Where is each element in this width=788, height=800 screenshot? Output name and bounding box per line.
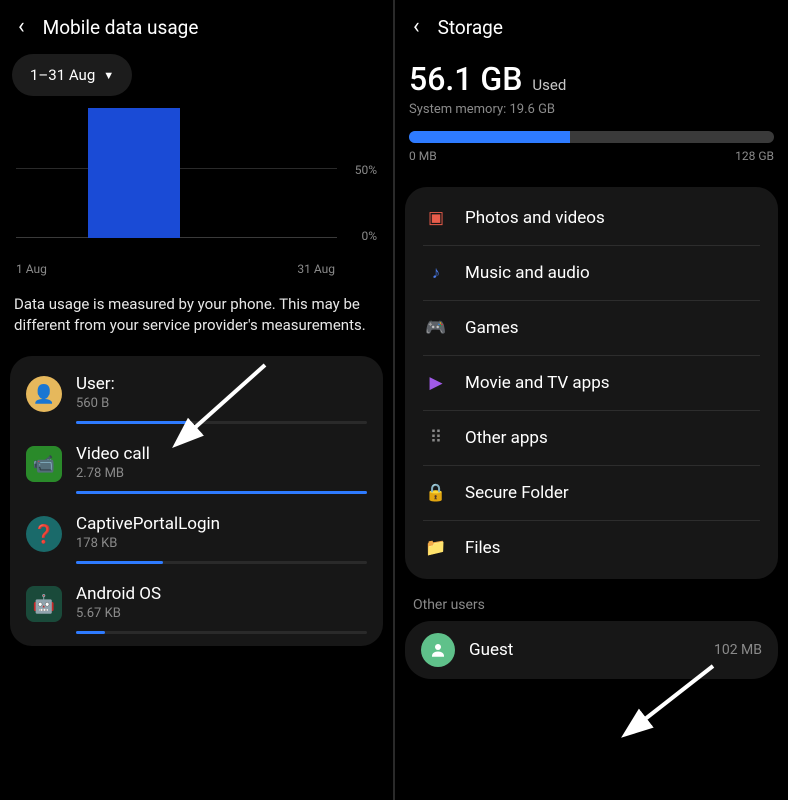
app-usage-row[interactable]: ❓ CaptivePortalLogin 178 KB — [24, 502, 369, 572]
chevron-down-icon: ▼ — [103, 69, 114, 82]
chart-bar — [88, 108, 180, 238]
app-name-label: User: — [76, 374, 367, 394]
app-icon: ❓ — [26, 516, 62, 552]
app-usage-row[interactable]: 👤 User: 560 B — [24, 362, 369, 432]
category-label: Music and audio — [465, 263, 590, 283]
storage-used-label: Used — [532, 76, 566, 94]
y-tick-0: 0% — [361, 229, 377, 243]
category-label: Photos and videos — [465, 208, 605, 228]
system-memory-text: System memory: 19.6 GB — [409, 102, 774, 117]
storage-bar-min: 0 MB — [409, 149, 437, 163]
storage-bar — [409, 131, 774, 143]
mobile-data-usage-pane: ‹ Mobile data usage 1–31 Aug ▼ 50% 0% 1 … — [0, 0, 395, 800]
app-name-label: Video call — [76, 444, 367, 464]
app-usage-bar-fill — [76, 491, 367, 494]
storage-category-row[interactable]: 📁 Files — [423, 521, 760, 575]
app-usage-bar-fill — [76, 631, 105, 634]
app-usage-bar-fill — [76, 561, 163, 564]
storage-category-list: ▣ Photos and videos ♪ Music and audio 🎮 … — [405, 187, 778, 579]
guest-user-row[interactable]: Guest 102 MB — [405, 621, 778, 679]
storage-category-row[interactable]: ▣ Photos and videos — [423, 191, 760, 246]
category-label: Other apps — [465, 428, 548, 448]
category-icon: ♪ — [425, 262, 447, 284]
category-label: Games — [465, 318, 519, 338]
category-label: Secure Folder — [465, 483, 569, 503]
storage-used-value: 56.1 GB — [409, 60, 522, 98]
category-icon: 📁 — [425, 537, 447, 559]
app-size-label: 560 B — [76, 396, 367, 411]
page-title-left: Mobile data usage — [43, 16, 199, 39]
app-usage-bar-fill — [76, 421, 187, 424]
category-icon: ▶ — [425, 372, 447, 394]
category-label: Files — [465, 538, 500, 558]
app-usage-list: 👤 User: 560 B 📹 Video call 2.78 MB ❓ Cap… — [10, 356, 383, 646]
storage-bar-max: 128 GB — [735, 149, 774, 163]
guest-size: 102 MB — [714, 642, 762, 658]
app-usage-bar — [76, 491, 367, 494]
storage-category-row[interactable]: 🎮 Games — [423, 301, 760, 356]
app-info: Android OS 5.67 KB — [76, 584, 367, 634]
data-usage-chart: 50% 0% 1 Aug 31 Aug — [10, 100, 383, 282]
app-usage-bar — [76, 631, 367, 634]
app-size-label: 2.78 MB — [76, 466, 367, 481]
storage-bar-fill — [409, 131, 570, 143]
storage-pane: ‹ Storage 56.1 GB Used System memory: 19… — [395, 0, 788, 800]
back-icon[interactable]: ‹ — [409, 14, 424, 40]
storage-category-row[interactable]: ♪ Music and audio — [423, 246, 760, 301]
category-icon: ▣ — [425, 207, 447, 229]
app-usage-bar — [76, 561, 367, 564]
category-icon: 🔒 — [425, 482, 447, 504]
guest-label: Guest — [469, 640, 513, 660]
person-icon — [421, 633, 455, 667]
storage-bar-labels: 0 MB 128 GB — [409, 149, 774, 163]
app-info: Video call 2.78 MB — [76, 444, 367, 494]
header-left: ‹ Mobile data usage — [10, 8, 383, 54]
category-label: Movie and TV apps — [465, 373, 610, 393]
app-info: User: 560 B — [76, 374, 367, 424]
app-usage-row[interactable]: 🤖 Android OS 5.67 KB — [24, 572, 369, 642]
app-size-label: 178 KB — [76, 536, 367, 551]
app-usage-row[interactable]: 📹 Video call 2.78 MB — [24, 432, 369, 502]
app-name-label: Android OS — [76, 584, 367, 604]
app-info: CaptivePortalLogin 178 KB — [76, 514, 367, 564]
app-usage-bar — [76, 421, 367, 424]
other-users-header: Other users — [405, 579, 778, 621]
back-icon[interactable]: ‹ — [14, 14, 29, 40]
storage-category-row[interactable]: ⠿ Other apps — [423, 411, 760, 466]
x-axis-labels: 1 Aug 31 Aug — [16, 262, 377, 276]
category-icon: 🎮 — [425, 317, 447, 339]
app-name-label: CaptivePortalLogin — [76, 514, 367, 534]
app-icon: 📹 — [26, 446, 62, 482]
date-range-chip[interactable]: 1–31 Aug ▼ — [12, 54, 132, 96]
category-icon: ⠿ — [425, 427, 447, 449]
date-range-text: 1–31 Aug — [30, 66, 95, 84]
app-size-label: 5.67 KB — [76, 606, 367, 621]
measurement-note: Data usage is measured by your phone. Th… — [10, 282, 383, 350]
app-icon: 🤖 — [26, 586, 62, 622]
x-start: 1 Aug — [16, 262, 47, 276]
storage-category-row[interactable]: ▶ Movie and TV apps — [423, 356, 760, 411]
y-tick-50: 50% — [355, 163, 377, 177]
x-end: 31 Aug — [297, 262, 335, 276]
page-title-right: Storage — [438, 16, 503, 39]
storage-category-row[interactable]: 🔒 Secure Folder — [423, 466, 760, 521]
header-right: ‹ Storage — [405, 8, 778, 54]
storage-summary: 56.1 GB Used System memory: 19.6 GB 0 MB… — [405, 54, 778, 167]
app-icon: 👤 — [26, 376, 62, 412]
